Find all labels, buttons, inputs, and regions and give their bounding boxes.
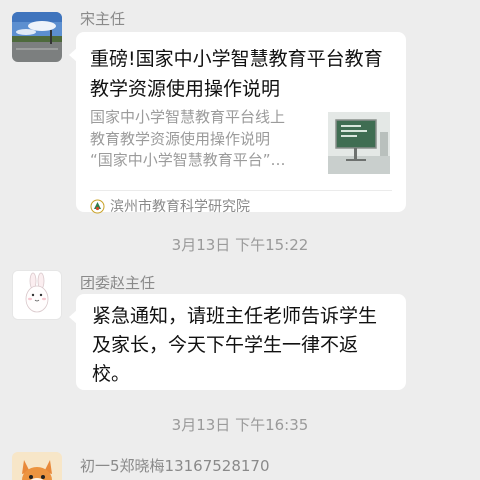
message-bubble[interactable]: 紧急通知，请班主任老师告诉学生及家长，今天下午学生一律不返校。 — [69, 294, 406, 390]
classroom-blackboard-icon — [328, 112, 390, 174]
timestamp: 3月13日 下午15:22 — [171, 236, 309, 254]
landscape-photo-icon — [12, 12, 62, 62]
timestamp: 3月13日 下午16:35 — [171, 416, 309, 434]
sender-name: 初一5郑晓梅13167528170 — [80, 457, 270, 475]
fox-cartoon-icon — [12, 452, 62, 480]
card-divider — [90, 190, 392, 191]
avatar-bunny[interactable] — [12, 270, 62, 320]
article-title: 重磅!国家中小学智慧教育平台教育教学资源使用操作说明 — [90, 48, 383, 100]
avatar-fox[interactable] — [12, 452, 62, 480]
avatar-landscape[interactable] — [12, 12, 62, 62]
bunny-cartoon-icon — [13, 271, 61, 319]
article-thumbnail — [328, 112, 390, 174]
article-description-line: 教育教学资源使用操作说明 — [90, 129, 271, 148]
sender-name: 宋主任 — [80, 10, 126, 28]
message-text: 紧急通知，请班主任老师告诉学生及家长，今天下午学生一律不返校。 — [92, 305, 378, 385]
article-source: 滨州市教育科学研究院 — [110, 199, 250, 215]
sender-name: 团委赵主任 — [80, 274, 156, 292]
article-description: 国家中小学智慧教育平台线上 教育教学资源使用操作说明 “国家中小学智慧教育平台”… — [90, 107, 322, 172]
official-account-icon — [90, 199, 105, 214]
article-description-line: 国家中小学智慧教育平台线上 — [90, 108, 286, 126]
article-description-line: “国家中小学智慧教育平台”… — [90, 151, 286, 169]
article-card[interactable]: 重磅!国家中小学智慧教育平台教育教学资源使用操作说明 国家中小学智慧教育平台线上… — [69, 32, 406, 215]
